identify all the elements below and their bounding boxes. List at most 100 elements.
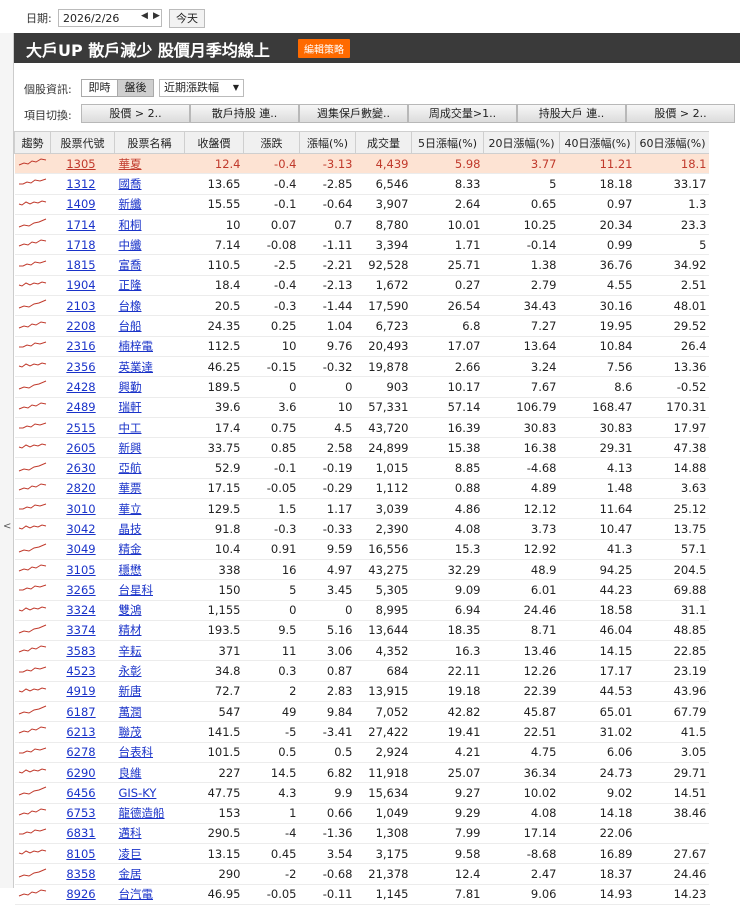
- table-row[interactable]: 2820 華票 17.15 -0.05 -0.29 1,112 0.88 4.89 1.48 3.…: [14, 478, 710, 500]
- stock-name-cell[interactable]: 興勤: [114, 376, 185, 398]
- stock-code-cell[interactable]: 1409: [50, 194, 115, 215]
- stock-name-link[interactable]: 穩懋: [119, 563, 142, 577]
- stock-code-link[interactable]: 2208: [66, 319, 95, 333]
- stock-code-cell[interactable]: 6456: [50, 782, 115, 804]
- stock-name-cell[interactable]: 正隆: [114, 275, 185, 297]
- stock-code-cell[interactable]: 3042: [50, 518, 115, 540]
- stock-name-cell[interactable]: 精材: [114, 620, 185, 642]
- stock-code-link[interactable]: 2316: [66, 339, 95, 353]
- table-row[interactable]: 3105 穩懋 338 16 4.97 43,275 32.29 48.9 94.25 204.5: [14, 559, 710, 581]
- stock-name-cell[interactable]: 台表科: [114, 742, 185, 763]
- stock-code-link[interactable]: 3324: [66, 603, 95, 617]
- switch-button-3[interactable]: 週集保戶數變..: [299, 104, 408, 123]
- stock-code-link[interactable]: 3583: [66, 644, 95, 658]
- col-volume[interactable]: 成交量: [355, 131, 412, 154]
- table-row[interactable]: 1815 富喬 110.5 -2.5 -2.21 92,528 25.71 1.38 36.76…: [14, 254, 710, 276]
- table-row[interactable]: 3010 華立 129.5 1.5 1.17 3,039 4.86 12.12 11.64 25.…: [14, 498, 710, 520]
- stock-code-link[interactable]: 1409: [66, 197, 95, 211]
- stock-code-cell[interactable]: 2103: [50, 295, 115, 317]
- col-code[interactable]: 股票代號: [50, 131, 115, 154]
- stock-code-link[interactable]: 2605: [66, 441, 95, 455]
- stock-name-link[interactable]: 良維: [119, 766, 142, 780]
- stock-code-cell[interactable]: 6831: [50, 823, 115, 845]
- stock-code-cell[interactable]: 2820: [50, 478, 115, 500]
- stock-name-link[interactable]: 華立: [119, 502, 142, 516]
- stock-name-link[interactable]: 萬潤: [119, 705, 142, 719]
- stock-name-link[interactable]: 龍德造船: [119, 806, 165, 820]
- stock-code-link[interactable]: 1718: [66, 238, 95, 252]
- stock-name-link[interactable]: 邁科: [119, 826, 142, 840]
- stock-code-link[interactable]: 1714: [66, 218, 95, 232]
- stock-code-cell[interactable]: 1904: [50, 275, 115, 297]
- switch-button-2[interactable]: 散戶持股 連..: [190, 104, 299, 123]
- stock-name-link[interactable]: 新纖: [119, 197, 142, 211]
- table-row[interactable]: 2208 台船 24.35 0.25 1.04 6,723 6.8 7.27 19.95 29.5…: [14, 315, 710, 337]
- col-5d[interactable]: 5日漲幅(%): [411, 131, 484, 154]
- stock-code-link[interactable]: 1815: [66, 258, 95, 272]
- stock-name-link[interactable]: 楠梓電: [119, 339, 154, 353]
- table-row[interactable]: 3265 台星科 150 5 3.45 5,305 9.09 6.01 44.23 69.88: [14, 579, 710, 601]
- stock-name-link[interactable]: 正隆: [119, 278, 142, 292]
- stock-code-cell[interactable]: 1815: [50, 254, 115, 276]
- stock-name-cell[interactable]: 辛耘: [114, 640, 185, 662]
- table-row[interactable]: 2630 亞航 52.9 -0.1 -0.19 1,015 8.85 -4.68 4.13 14.…: [14, 457, 710, 479]
- table-row[interactable]: 6187 萬潤 547 49 9.84 7,052 42.82 45.87 65.01 67.79: [14, 701, 710, 723]
- stock-code-cell[interactable]: 2316: [50, 336, 115, 357]
- stock-name-link[interactable]: 和桐: [119, 218, 142, 232]
- info-dropdown[interactable]: 近期漲跌幅 ▼: [159, 79, 244, 97]
- stock-name-cell[interactable]: 穩懋: [114, 559, 185, 581]
- stock-name-cell[interactable]: 雙鴻: [114, 600, 185, 621]
- stock-code-link[interactable]: 3042: [66, 522, 95, 536]
- stock-code-cell[interactable]: 3049: [50, 539, 115, 560]
- stock-code-cell[interactable]: 1305: [50, 153, 115, 175]
- stock-name-link[interactable]: 凌巨: [119, 847, 142, 861]
- stock-name-cell[interactable]: 聯茂: [114, 721, 185, 743]
- stock-code-cell[interactable]: 2428: [50, 376, 115, 398]
- table-row[interactable]: 3583 辛耘 371 11 3.06 4,352 16.3 13.46 14.15 22.85: [14, 640, 710, 662]
- stock-code-cell[interactable]: 6278: [50, 742, 115, 763]
- stock-code-cell[interactable]: 3374: [50, 620, 115, 642]
- table-row[interactable]: 2605 新興 33.75 0.85 2.58 24,899 15.38 16.38 29.31…: [14, 437, 710, 459]
- stock-name-cell[interactable]: 台汽電: [114, 884, 185, 905]
- stock-code-link[interactable]: 2820: [66, 481, 95, 495]
- stock-name-cell[interactable]: 金居: [114, 863, 185, 885]
- col-pct[interactable]: 漲幅(%): [299, 131, 356, 154]
- table-row[interactable]: 3042 晶技 91.8 -0.3 -0.33 2,390 4.08 3.73 10.47 13.…: [14, 518, 710, 540]
- stock-name-link[interactable]: 興勤: [119, 380, 142, 394]
- stock-name-cell[interactable]: 永彰: [114, 660, 185, 682]
- stock-name-cell[interactable]: 精金: [114, 539, 185, 560]
- stock-name-link[interactable]: 亞航: [119, 461, 142, 475]
- stock-name-link[interactable]: 中纖: [119, 238, 142, 252]
- table-row[interactable]: 8105 凌巨 13.15 0.45 3.54 3,175 9.58 -8.68 16.89 27…: [14, 843, 710, 865]
- stock-name-cell[interactable]: 華夏: [114, 153, 185, 175]
- stock-code-cell[interactable]: 1714: [50, 214, 115, 236]
- table-row[interactable]: 3374 精材 193.5 9.5 5.16 13,644 18.35 8.71 46.04 48…: [14, 620, 710, 642]
- stock-code-link[interactable]: 6753: [66, 806, 95, 820]
- stock-code-link[interactable]: 2428: [66, 380, 95, 394]
- stock-name-link[interactable]: 華夏: [119, 157, 142, 171]
- table-row[interactable]: 6456 GIS-KY 47.75 4.3 9.9 15,634 9.27 10.02 9.02…: [14, 782, 710, 804]
- stock-name-cell[interactable]: 和桐: [114, 214, 185, 236]
- table-row[interactable]: 2515 中工 17.4 0.75 4.5 43,720 16.39 30.83 30.83 17…: [14, 417, 710, 439]
- table-row[interactable]: 6831 邁科 290.5 -4 -1.36 1,308 7.99 17.14 22.06: [14, 823, 710, 845]
- table-row[interactable]: 8926 台汽電 46.95 -0.05 -0.11 1,145 7.81 9.06 14.93…: [14, 884, 710, 905]
- col-name[interactable]: 股票名稱: [114, 131, 185, 154]
- table-row[interactable]: 1312 國喬 13.65 -0.4 -2.85 6,546 8.33 5 18.18 33.17: [14, 173, 710, 195]
- stock-name-cell[interactable]: 亞航: [114, 457, 185, 479]
- stock-code-link[interactable]: 2489: [66, 400, 95, 414]
- stock-code-cell[interactable]: 3265: [50, 579, 115, 601]
- table-row[interactable]: 6278 台表科 101.5 0.5 0.5 2,924 4.21 4.75 6.06 3.05: [14, 742, 710, 763]
- stock-code-link[interactable]: 2103: [66, 299, 95, 313]
- col-change[interactable]: 漲跌: [243, 131, 300, 154]
- stock-name-cell[interactable]: 龍德造船: [114, 803, 185, 824]
- table-row[interactable]: 3049 精金 10.4 0.91 9.59 16,556 15.3 12.92 41.3 57.…: [14, 539, 710, 560]
- table-row[interactable]: 1409 新纖 15.55 -0.1 -0.64 3,907 2.64 0.65 0.97 1.3: [14, 194, 710, 215]
- stock-code-link[interactable]: 1312: [66, 177, 95, 191]
- stock-code-cell[interactable]: 6187: [50, 701, 115, 723]
- switch-button-1[interactable]: 股價 > 2..: [81, 104, 190, 123]
- stock-code-link[interactable]: 6456: [66, 786, 95, 800]
- chevron-left-icon[interactable]: <: [3, 521, 11, 532]
- stock-name-link[interactable]: 辛耘: [119, 644, 142, 658]
- stock-name-link[interactable]: 國喬: [119, 177, 142, 191]
- stock-name-link[interactable]: 瑞軒: [119, 400, 142, 414]
